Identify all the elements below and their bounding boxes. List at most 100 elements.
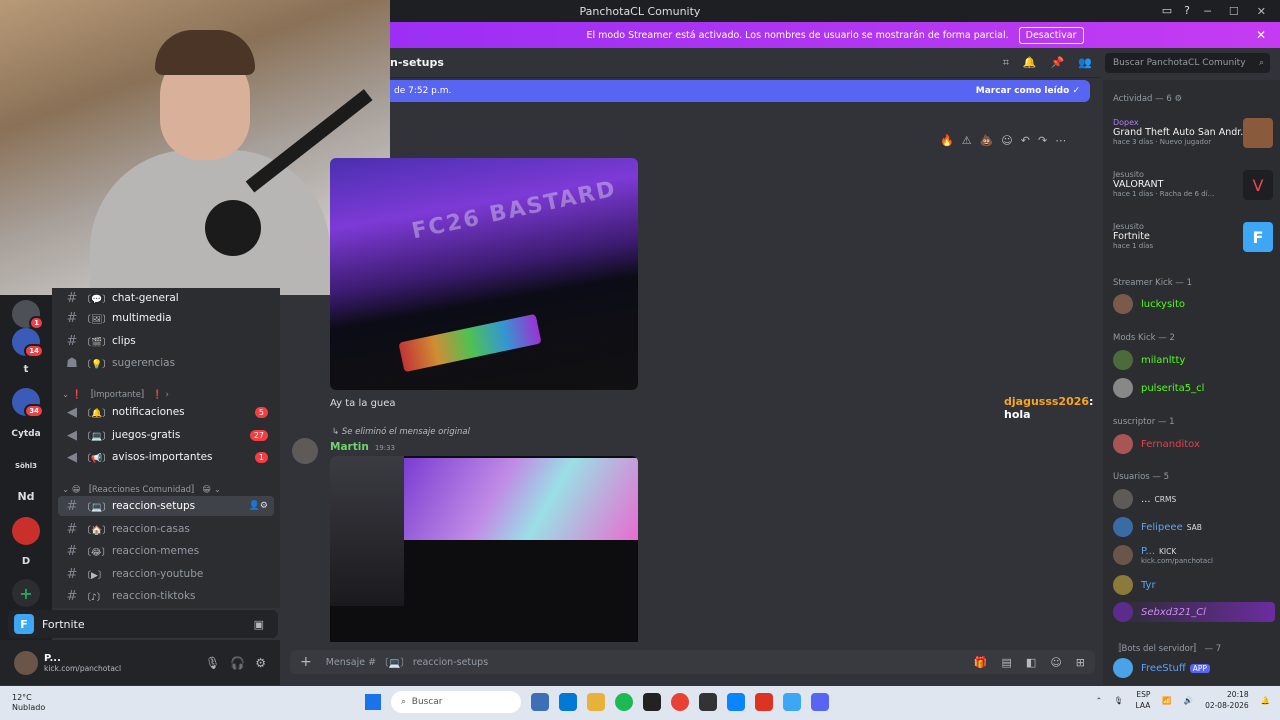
activity-status-bar[interactable]: F Fortnite ▣: [8, 610, 278, 638]
gif-icon[interactable]: ▤: [1002, 656, 1012, 669]
server-icon-4[interactable]: 34: [12, 388, 44, 418]
category-importante[interactable]: ⌄ ❗ 〚Importante〛 ❗ ›: [62, 388, 169, 400]
member-item[interactable]: P... KICK kick.com/panchotacl: [1113, 545, 1213, 565]
member-item[interactable]: Fernanditox: [1113, 434, 1200, 454]
channel-reaccion-setups[interactable]: # 〔💻〕 reaccion-setups 👤⚙: [58, 496, 274, 516]
clock[interactable]: 20:18 02-08-2026: [1205, 689, 1249, 711]
close-window-icon[interactable]: ✕: [1257, 5, 1266, 18]
close-banner-icon[interactable]: ✕: [1256, 28, 1266, 42]
message-composer[interactable]: + Mensaje # 〔💻〕 reaccion-setups 🎁 ▤ ◧ ☺ …: [290, 650, 1095, 674]
poop-reaction-icon[interactable]: 💩: [980, 134, 994, 147]
message-author[interactable]: Martin 19:33: [330, 441, 395, 453]
language-indicator[interactable]: ESP LAA: [1136, 689, 1151, 711]
new-messages-text: de 7:52 p.m.: [394, 86, 452, 96]
reply-reference[interactable]: ↳ Se eliminó el mensaje original: [332, 427, 470, 437]
activity-card[interactable]: Jesusito Fortnite hace 1 días F: [1113, 222, 1273, 252]
channel-chat-general[interactable]: # 〔💬〕 chat-general: [58, 288, 274, 308]
forward-icon[interactable]: ↷: [1038, 134, 1047, 147]
edge-icon[interactable]: [727, 693, 745, 711]
chevron-up-icon[interactable]: ⌃: [1096, 696, 1102, 705]
channel-multimedia[interactable]: # 〔🖼〕 multimedia: [58, 308, 274, 328]
member-item[interactable]: ... CRMS: [1113, 489, 1176, 509]
mark-read-button[interactable]: Marcar como leído ✓: [976, 86, 1080, 96]
help-icon[interactable]: ?: [1184, 4, 1190, 17]
activity-card[interactable]: Jesusito VALORANT hace 1 días · Racha de…: [1113, 170, 1273, 200]
search-input[interactable]: Buscar PanchotaCL Comunity ⌕: [1105, 53, 1270, 73]
server-icon-8[interactable]: [12, 517, 40, 545]
server-icon-6[interactable]: Söhl3: [12, 452, 40, 480]
members-icon[interactable]: 👥: [1078, 56, 1092, 70]
channel-reaccion-casas[interactable]: # 〔🏠〕 reaccion-casas: [58, 519, 274, 539]
fortnite-icon[interactable]: [783, 693, 801, 711]
add-server-button[interactable]: +: [12, 579, 40, 607]
headphones-icon[interactable]: 🎧: [230, 656, 245, 670]
member-item[interactable]: Sebxd321_Cl: [1113, 602, 1275, 622]
setup-image-2[interactable]: [330, 456, 638, 642]
channel-reaccion-youtube[interactable]: # 〔▶〕 reaccion-youtube: [58, 564, 274, 584]
server-icon-2[interactable]: 14: [12, 328, 44, 358]
member-item[interactable]: pulserita5_cl: [1113, 378, 1204, 398]
member-item[interactable]: milanltty: [1113, 350, 1185, 370]
avatar[interactable]: [292, 438, 318, 464]
channel-juegos-gratis[interactable]: ◀ 〔💻〕 juegos-gratis 27: [58, 425, 274, 445]
spotify-icon[interactable]: [615, 693, 633, 711]
notification-icon[interactable]: 🔔: [1261, 696, 1270, 705]
category-reacciones[interactable]: ⌄ 😁 〚Reacciones Comunidad〛 😁 ⌄: [62, 483, 221, 495]
weather-widget[interactable]: 12°C Nublado: [12, 693, 45, 713]
discord-icon[interactable]: [811, 693, 829, 711]
server-icon-3[interactable]: t: [12, 355, 40, 383]
sticker-icon[interactable]: ◧: [1026, 656, 1036, 669]
apps-icon[interactable]: ⊞: [1076, 656, 1085, 669]
inbox-icon[interactable]: ▭: [1162, 4, 1172, 17]
minimize-icon[interactable]: ─: [1204, 5, 1211, 18]
add-attachment-icon[interactable]: +: [300, 654, 312, 670]
app-icon[interactable]: [755, 693, 773, 711]
activity-header[interactable]: Actividad — 6 ⚙: [1113, 94, 1182, 104]
taskbar-search[interactable]: ⌕ Buscar: [391, 691, 521, 713]
volume-icon[interactable]: 🔊: [1184, 696, 1193, 705]
new-messages-bar[interactable]: de 7:52 p.m. Marcar como leído ✓: [390, 80, 1090, 102]
store-icon[interactable]: [559, 693, 577, 711]
member-item[interactable]: Tyr: [1113, 575, 1156, 595]
bell-icon[interactable]: 🔔: [1023, 56, 1037, 70]
wifi-icon[interactable]: 📶: [1162, 696, 1171, 705]
member-item[interactable]: luckysito: [1113, 294, 1185, 314]
gift-icon[interactable]: 🎁: [974, 656, 988, 669]
reply-icon[interactable]: ↶: [1021, 134, 1030, 147]
more-icon[interactable]: ⋯: [1055, 134, 1066, 147]
settings-icon[interactable]: ⚙: [255, 656, 266, 670]
server-icon-5[interactable]: Cytda: [11, 420, 40, 448]
start-button[interactable]: [365, 694, 381, 710]
member-item[interactable]: FreeStuff APP: [1113, 658, 1210, 678]
add-reaction-icon[interactable]: ☺: [1001, 134, 1012, 147]
channel-list: # 〔💬〕 chat-general # 〔🖼〕 multimedia # 〔🎬〕 clip…: [52, 288, 280, 608]
channel-notificaciones[interactable]: ◀ 〔🔔〕 notificaciones 5: [58, 402, 274, 422]
folder-icon[interactable]: [587, 693, 605, 711]
channel-avisos-importantes[interactable]: ◀ 〔📢〕 avisos-importantes 1: [58, 447, 274, 467]
member-item[interactable]: Felipeee SAB: [1113, 517, 1202, 537]
chrome-icon[interactable]: [671, 693, 689, 711]
channel-clips[interactable]: # 〔🎬〕 clips: [58, 331, 274, 351]
emoji-icon[interactable]: ☺: [1050, 656, 1061, 669]
channel-reaccion-tiktoks[interactable]: # 〔♪〕 reaccion-tiktoks: [58, 586, 274, 606]
server-icon-1[interactable]: 1: [12, 300, 44, 330]
microphone-icon[interactable]: 🎙: [1114, 696, 1124, 705]
avatar[interactable]: [14, 650, 38, 675]
deactivate-button[interactable]: Desactivar: [1018, 26, 1084, 44]
setup-image-1[interactable]: FC26 BASTARD: [330, 158, 638, 390]
microphone-icon[interactable]: 🎙: [205, 656, 220, 670]
app-icon[interactable]: [699, 693, 717, 711]
fire-reaction-icon[interactable]: 🔥: [940, 134, 954, 147]
server-icon-7[interactable]: Nd: [12, 482, 40, 510]
activity-card[interactable]: Dopex Grand Theft Auto San Andr... hace …: [1113, 118, 1273, 148]
server-icon-9[interactable]: D: [12, 547, 40, 575]
activity-screen-icon[interactable]: ▣: [254, 618, 264, 631]
warning-reaction-icon[interactable]: ⚠: [962, 134, 972, 147]
channel-reaccion-memes[interactable]: # 〔😂〕 reaccion-memes: [58, 541, 274, 561]
channel-sugerencias[interactable]: ☗ 〔💡〕 sugerencias: [58, 353, 274, 373]
taskview-icon[interactable]: [531, 693, 549, 711]
app-icon[interactable]: [643, 693, 661, 711]
threads-icon[interactable]: ⌗: [1003, 56, 1009, 70]
pin-icon[interactable]: 📌: [1051, 56, 1065, 70]
maximize-icon[interactable]: ☐: [1229, 5, 1239, 18]
